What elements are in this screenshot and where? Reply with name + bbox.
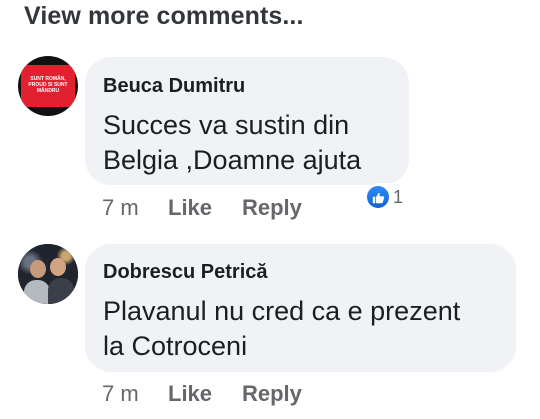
avatar-face-left (30, 260, 46, 278)
reply-button[interactable]: Reply (242, 195, 302, 221)
avatar-face-right (50, 258, 66, 276)
like-button[interactable]: Like (168, 195, 212, 221)
avatar-caption: SUNT ROMÂN, PROUD SI SUNT MÂNDRU (28, 76, 68, 94)
avatar-image: SUNT ROMÂN, PROUD SI SUNT MÂNDRU (21, 65, 75, 107)
avatar[interactable] (18, 244, 78, 304)
reaction-summary[interactable]: 1 (364, 183, 406, 211)
comment-timestamp[interactable]: 7 m (102, 195, 139, 221)
avatar-body-right (48, 278, 74, 304)
thumbs-up-icon (366, 185, 390, 209)
comment-text-line: Plavanul nu cred ca e prezent (103, 296, 461, 326)
comment-text-line: Succes va sustin din (103, 110, 350, 140)
view-more-comments-link[interactable]: View more comments... (24, 2, 304, 31)
comment-author[interactable]: Beuca Dumitru (103, 75, 245, 98)
comment-text-line: Belgia ,Doamne ajuta (103, 145, 362, 175)
avatar-body-left (24, 280, 50, 304)
avatar[interactable]: SUNT ROMÂN, PROUD SI SUNT MÂNDRU (18, 56, 78, 116)
comment-author[interactable]: Dobrescu Petrică (103, 261, 268, 284)
comment-timestamp[interactable]: 7 m (102, 381, 139, 407)
comment-text-line: la Cotroceni (103, 331, 248, 361)
reply-button[interactable]: Reply (242, 381, 302, 407)
reaction-count: 1 (393, 186, 404, 207)
like-button[interactable]: Like (168, 381, 212, 407)
